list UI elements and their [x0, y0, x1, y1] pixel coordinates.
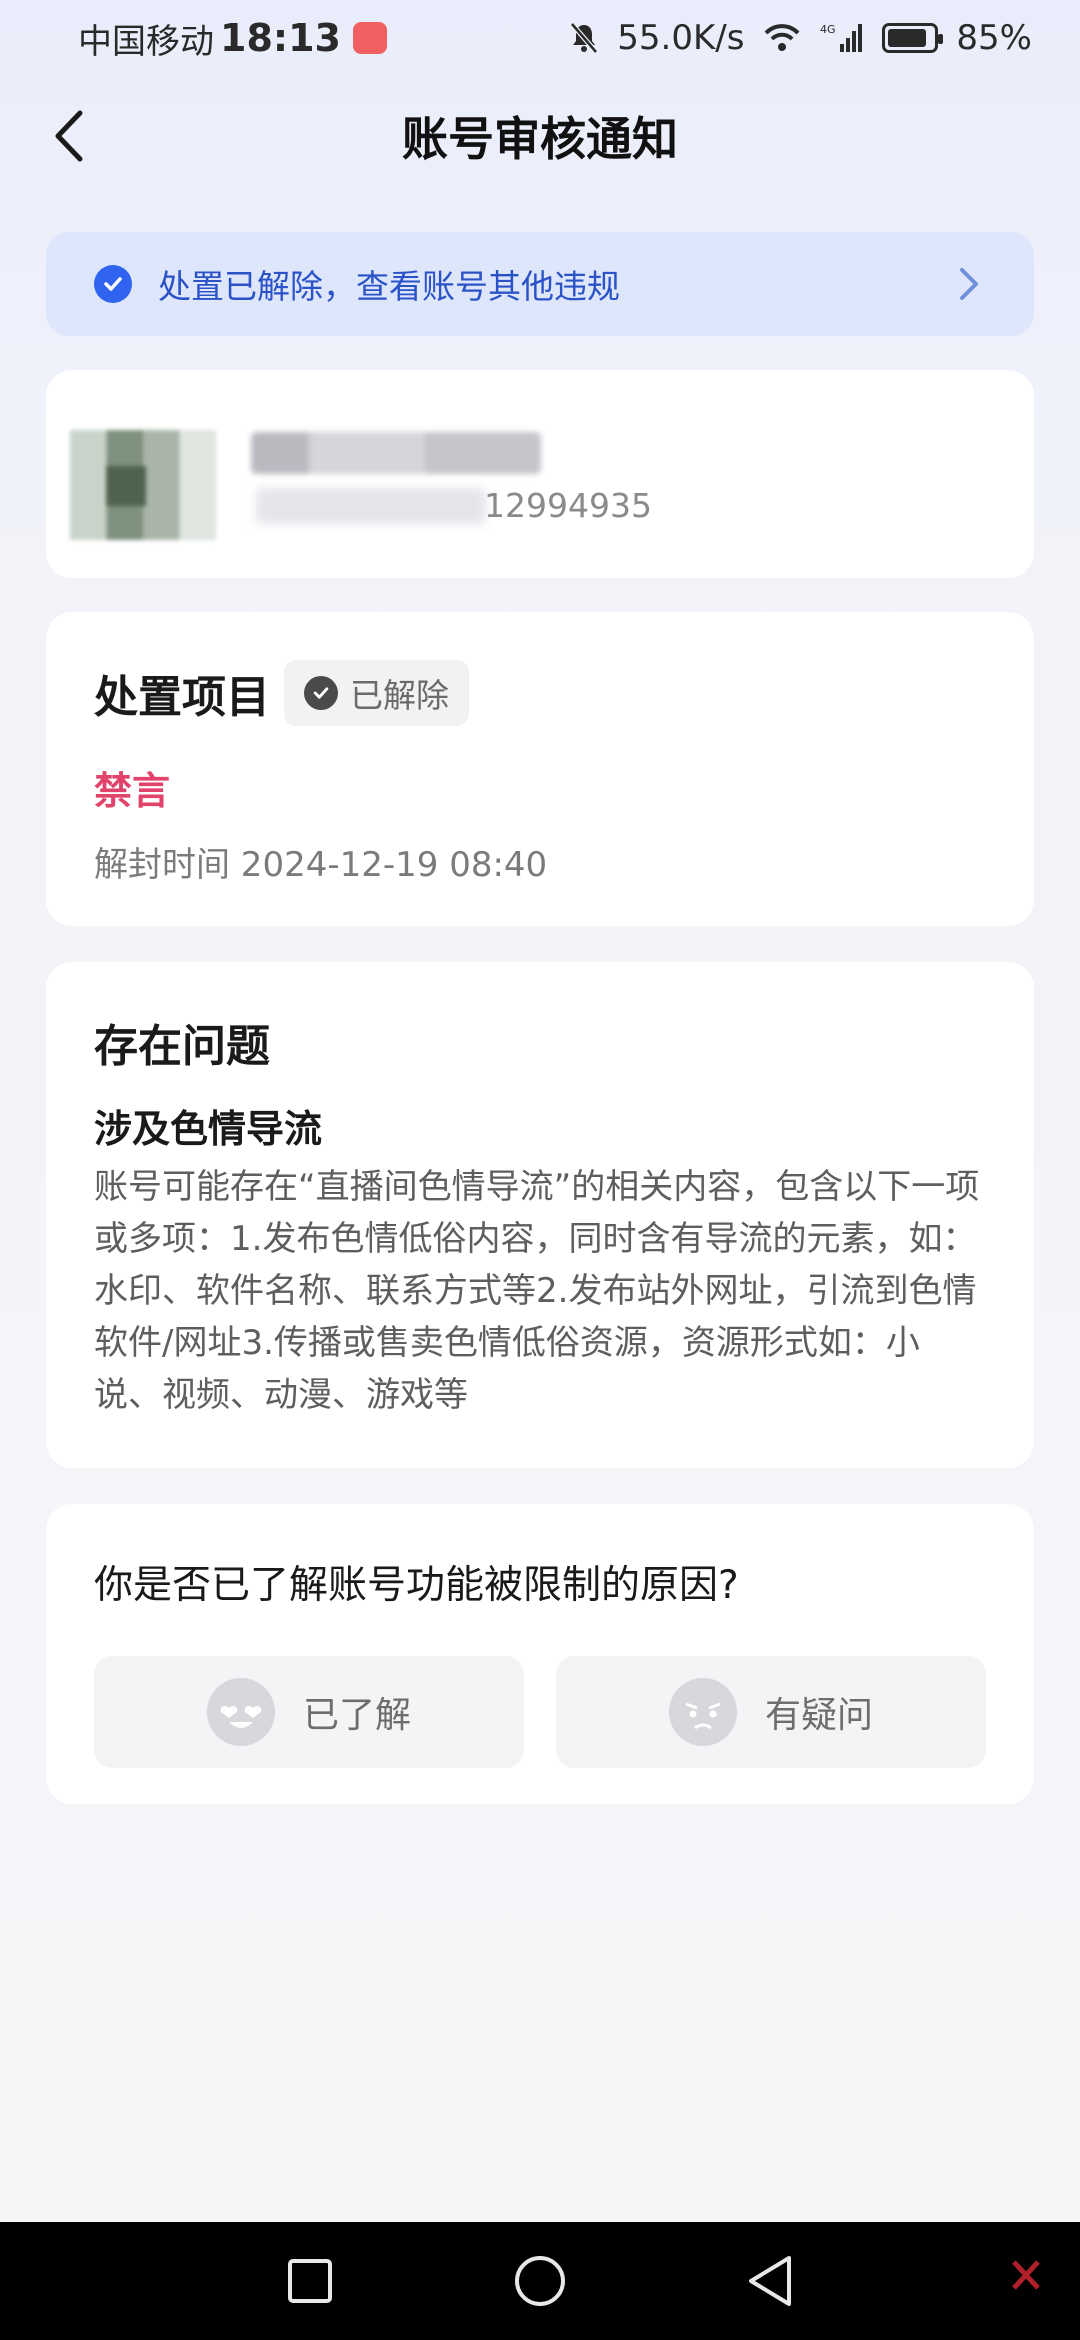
triangle-back-icon [749, 2256, 791, 2306]
issue-card: 存在问题 涉及色情导流 账号可能存在“直播间色情导流”的相关内容，包含以下一项或… [46, 962, 1034, 1468]
account-id-redacted [256, 488, 486, 524]
circle-icon [515, 2256, 565, 2306]
home-button[interactable] [510, 2251, 570, 2311]
status-badge: 已解除 [284, 660, 469, 726]
feedback-options: 已了解 有疑问 [94, 1656, 986, 1768]
frown-emoji-icon [668, 1678, 737, 1746]
avatar [70, 430, 216, 540]
watermark-icon [1012, 2260, 1040, 2290]
heart-eyes-emoji-icon [206, 1678, 275, 1746]
banner-text: 处置已解除，查看账号其他违规 [158, 267, 620, 306]
status-badge-label: 已解除 [350, 676, 449, 715]
penalty-type: 禁言 [94, 769, 171, 813]
issue-title: 涉及色情导流 [94, 1107, 323, 1151]
chevron-right-icon [960, 268, 978, 300]
disposal-header: 处置项目 已解除 [94, 660, 1034, 726]
account-id: 12994935 [484, 486, 652, 525]
feedback-card: 你是否已了解账号功能被限制的原因? 已了解 有疑问 [46, 1504, 1034, 1804]
issue-description: 账号可能存在“直播间色情导流”的相关内容，包含以下一项或多项：1.发布色情低俗内… [94, 1167, 980, 1415]
status-right: 55.0K/s 4G 85% [551, 18, 1032, 58]
feedback-question: 你是否已了解账号功能被限制的原因? [94, 1563, 739, 1608]
square-icon [288, 2259, 332, 2303]
disposal-heading: 处置项目 [94, 672, 270, 723]
understood-label: 已了解 [302, 1695, 411, 1736]
status-left: 中国移动 18:13 [78, 14, 387, 63]
question-button[interactable]: 有疑问 [556, 1656, 986, 1768]
chevron-left-icon [55, 110, 83, 162]
carrier-name: 中国移动 [78, 21, 214, 62]
clock: 18:13 [220, 16, 341, 60]
wifi-icon [764, 24, 800, 51]
back-button[interactable] [36, 104, 100, 168]
understood-button[interactable]: 已了解 [94, 1656, 524, 1768]
app-notification-icon [352, 22, 387, 54]
check-circle-icon [94, 265, 132, 303]
system-nav-bar [0, 2222, 1080, 2340]
page-header: 账号审核通知 [0, 90, 1080, 182]
issue-heading: 存在问题 [94, 1021, 270, 1072]
unban-time: 解封时间 2024-12-19 08:40 [94, 845, 548, 885]
resolved-banner[interactable]: 处置已解除，查看账号其他违规 [46, 232, 1034, 336]
account-card[interactable]: 12994935 [46, 370, 1034, 578]
account-name-redacted [251, 432, 541, 474]
status-bar: 中国移动 18:13 55.0K/s 4G 85% [0, 0, 1080, 76]
page-title: 账号审核通知 [402, 112, 678, 166]
recents-button[interactable] [280, 2251, 340, 2311]
battery-level-fill [888, 29, 926, 47]
battery-percent: 85% [956, 18, 1032, 58]
network-type-label: 4G [820, 23, 836, 36]
disposal-card: 处置项目 已解除 禁言 解封时间 2024-12-19 08:40 [46, 612, 1034, 926]
check-circle-icon [304, 676, 338, 710]
question-label: 有疑问 [764, 1695, 873, 1736]
network-speed: 55.0K/s [617, 18, 745, 58]
bell-muted-icon [570, 22, 599, 54]
watermark-logo [1012, 2258, 1040, 2292]
battery-icon [882, 23, 944, 53]
cellular-signal-icon: 4G [820, 23, 863, 52]
back-nav-button[interactable] [740, 2251, 800, 2311]
